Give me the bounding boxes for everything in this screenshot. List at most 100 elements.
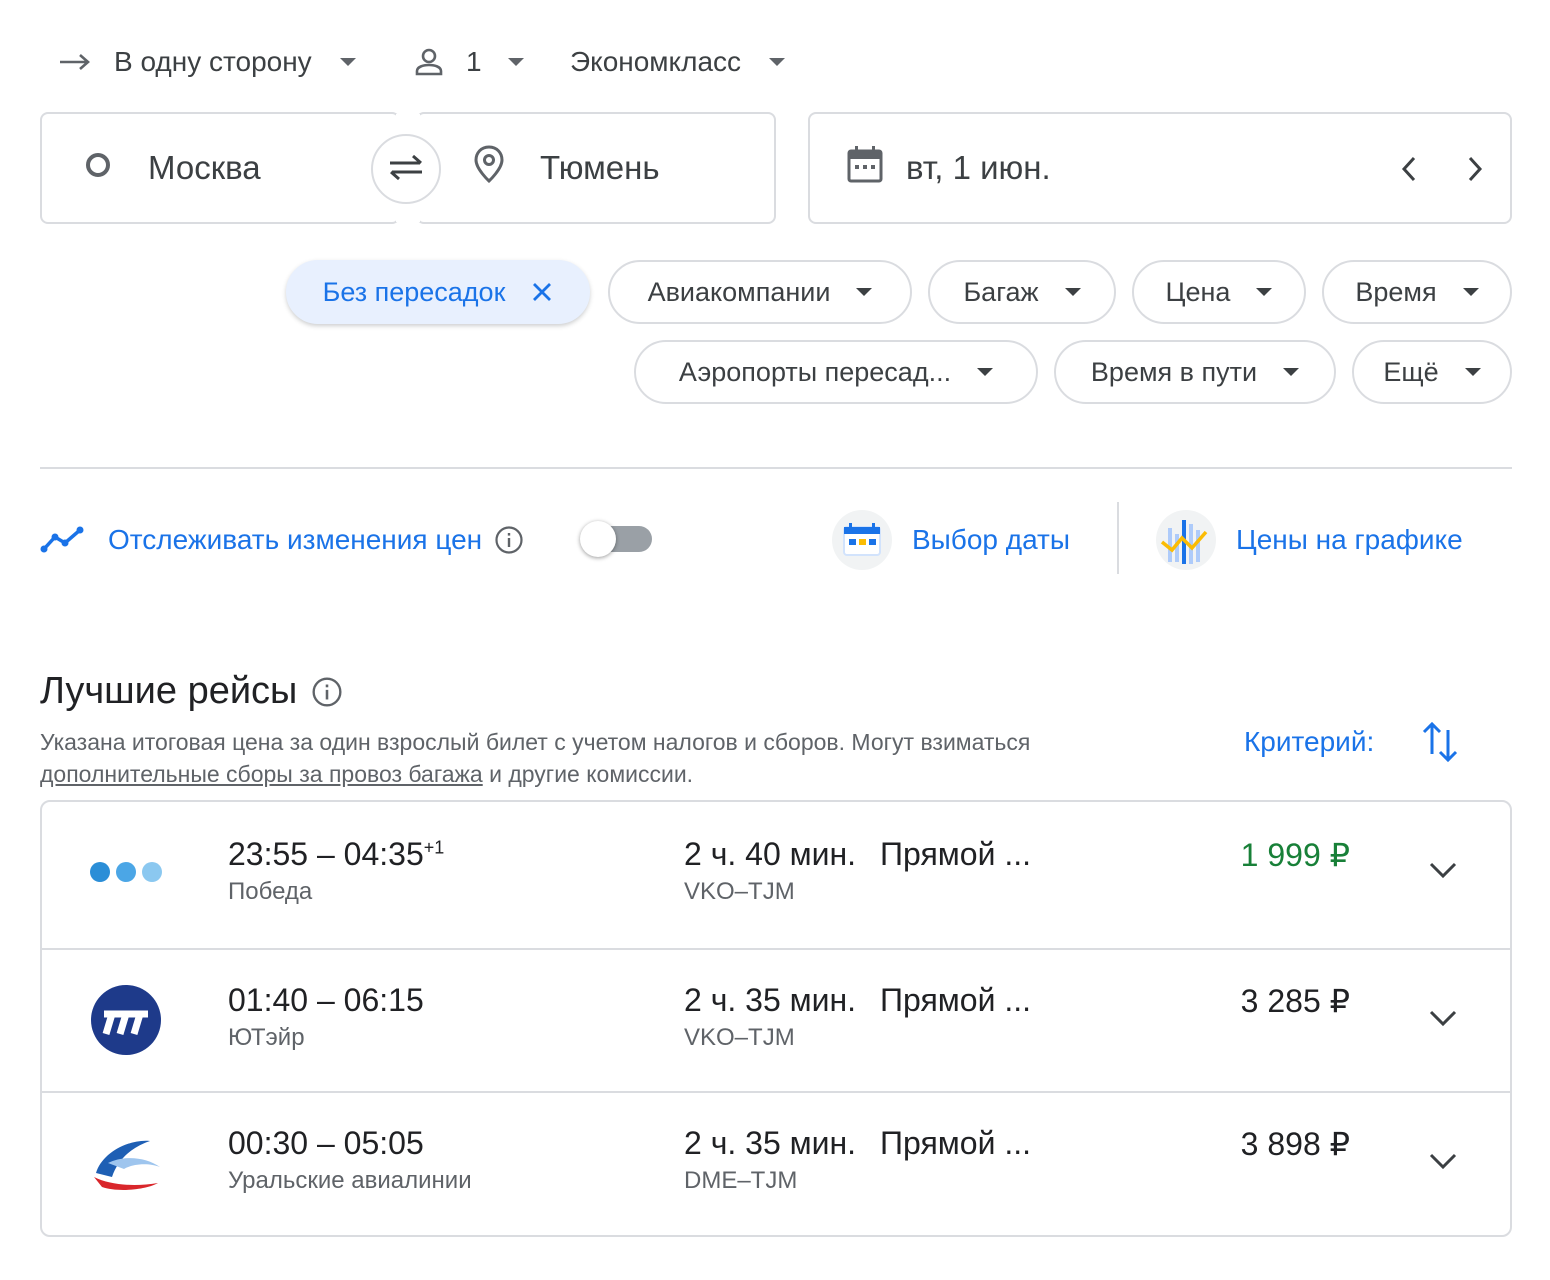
sort-arrows-icon[interactable]	[1420, 720, 1460, 769]
airline-name: Победа	[228, 878, 313, 905]
filter-baggage-label: Багаж	[963, 276, 1039, 307]
best-flights-heading: Лучшие рейсы	[40, 670, 343, 713]
prev-date-button[interactable]	[1398, 154, 1422, 192]
flight-duration: 2 ч. 40 мин.	[684, 836, 857, 872]
next-date-button[interactable]	[1462, 154, 1486, 192]
flight-times-text: 00:30 – 05:05	[228, 1125, 424, 1161]
filter-airlines-label: Авиакомпании	[647, 276, 831, 307]
flight-price: 3 285 ₽	[1240, 983, 1350, 1019]
cabin-class-select[interactable]: Экономкласс	[570, 40, 786, 84]
caret-down-icon	[856, 288, 873, 296]
filter-baggage-chip[interactable]: Багаж	[928, 260, 1116, 324]
price-graph-icon	[1156, 510, 1216, 570]
flight-row[interactable]: 01:40 – 06:15 ЮТэйр 2 ч. 35 мин. VKO–TJM…	[42, 950, 1510, 1091]
person-icon	[414, 47, 444, 77]
track-prices-label: Отслеживать изменения цен	[108, 524, 483, 555]
airline-logo-ural	[86, 1123, 166, 1203]
destination-field[interactable]: Тюмень	[416, 112, 776, 224]
date-grid-button[interactable]: Выбор даты	[832, 510, 1070, 570]
airline-logo-utair	[86, 980, 166, 1060]
flight-price: 1 999 ₽	[1240, 837, 1350, 873]
airline-name: Уральские авиалинии	[228, 1167, 472, 1194]
cabin-class-label: Экономкласс	[570, 46, 742, 77]
flight-stops: Прямой ...	[880, 836, 1031, 872]
note-text-start: Указана итоговая цена за один взрослый б…	[40, 729, 1031, 755]
info-icon[interactable]	[494, 525, 524, 555]
origin-value: Москва	[148, 149, 261, 186]
swap-arrows-icon	[386, 152, 426, 187]
flight-duration: 2 ч. 35 мин.	[684, 1125, 857, 1161]
swap-button[interactable]	[371, 134, 441, 204]
flight-route: VKO–TJM	[684, 878, 795, 905]
trip-type-label: В одну сторону	[114, 46, 312, 77]
trip-type-select[interactable]: В одну сторону	[58, 40, 356, 84]
arrow-right-icon	[58, 52, 92, 72]
date-grid-label: Выбор даты	[912, 524, 1071, 555]
price-graph-button[interactable]: Цены на графике	[1156, 510, 1463, 570]
flight-times-text: 01:40 – 06:15	[228, 982, 424, 1018]
filter-price-label: Цена	[1165, 276, 1231, 307]
filter-duration-label: Время в пути	[1090, 356, 1258, 387]
filter-price-chip[interactable]: Цена	[1132, 260, 1306, 324]
caret-down-icon	[507, 58, 524, 66]
track-prices-toggle[interactable]	[580, 521, 652, 557]
filter-time-chip[interactable]: Время	[1322, 260, 1512, 324]
filter-more-label: Ещё	[1383, 356, 1439, 387]
flight-route: VKO–TJM	[684, 1024, 795, 1051]
expand-chevron-icon[interactable]	[1428, 860, 1458, 885]
flight-stops: Прямой ...	[880, 982, 1031, 1018]
filter-layover-airports-label: Аэропорты пересад...	[678, 356, 952, 387]
section-divider	[40, 467, 1512, 469]
filter-time-label: Время	[1355, 276, 1437, 307]
passengers-select[interactable]: 1	[414, 40, 524, 84]
caret-down-icon	[1464, 368, 1481, 376]
vertical-divider	[1117, 502, 1119, 574]
flight-duration: 2 ч. 35 мин.	[684, 982, 857, 1018]
expand-chevron-icon[interactable]	[1428, 1008, 1458, 1033]
best-flights-title: Лучшие рейсы	[40, 670, 298, 712]
caret-down-icon	[1064, 288, 1081, 296]
destination-value: Тюмень	[540, 149, 660, 186]
clear-filter-icon[interactable]	[531, 281, 553, 303]
calendar-icon	[846, 144, 884, 192]
flight-row[interactable]: 00:30 – 05:05 Уральские авиалинии 2 ч. 3…	[42, 1093, 1510, 1235]
price-note: Указана итоговая цена за один взрослый б…	[40, 726, 1180, 790]
date-grid-icon	[832, 510, 892, 570]
caret-down-icon	[977, 368, 994, 376]
filter-nonstop-label: Без пересадок	[322, 276, 506, 307]
airline-name: ЮТэйр	[228, 1024, 305, 1051]
sort-by-button[interactable]: Критерий:	[1244, 726, 1374, 758]
origin-field[interactable]: Москва	[40, 112, 400, 224]
filter-airlines-chip[interactable]: Авиакомпании	[608, 260, 912, 324]
baggage-fees-link[interactable]: дополнительные сборы за провоз багажа	[40, 761, 483, 787]
filter-duration-chip[interactable]: Время в пути	[1054, 340, 1336, 404]
passengers-count: 1	[466, 46, 482, 77]
flight-route: DME–TJM	[684, 1167, 798, 1194]
flight-stops: Прямой ...	[880, 1125, 1031, 1161]
caret-down-icon	[339, 58, 356, 66]
expand-chevron-icon[interactable]	[1428, 1151, 1458, 1176]
flight-times: 00:30 – 05:05	[228, 1125, 424, 1162]
departure-date-field[interactable]: вт, 1 июн.	[808, 112, 1512, 224]
caret-down-icon	[769, 58, 786, 66]
flight-price: 3 898 ₽	[1240, 1126, 1350, 1162]
flight-times-text: 23:55 – 04:35	[228, 836, 424, 872]
toggle-knob	[580, 521, 616, 557]
flight-results-list: 23:55 – 04:35+1 Победа 2 ч. 40 мин. VKO–…	[40, 800, 1512, 1237]
trend-line-icon	[40, 525, 86, 555]
date-value: вт, 1 июн.	[906, 149, 1051, 186]
filter-layover-airports-chip[interactable]: Аэропорты пересад...	[634, 340, 1038, 404]
filter-more-chip[interactable]: Ещё	[1352, 340, 1512, 404]
caret-down-icon	[1283, 368, 1300, 376]
note-text-end: и другие комиссии.	[482, 761, 694, 787]
airline-logo-pobeda	[86, 832, 166, 912]
price-graph-label: Цены на графике	[1236, 524, 1463, 555]
track-prices[interactable]: Отслеживать изменения цен	[40, 510, 524, 570]
flight-times: 01:40 – 06:15	[228, 982, 424, 1019]
flight-row[interactable]: 23:55 – 04:35+1 Победа 2 ч. 40 мин. VKO–…	[42, 802, 1510, 948]
info-icon[interactable]	[311, 676, 343, 708]
day-offset: +1	[423, 837, 445, 858]
filter-nonstop-chip[interactable]: Без пересадок	[286, 260, 590, 324]
location-pin-icon	[472, 144, 506, 192]
flight-times: 23:55 – 04:35+1	[228, 836, 444, 873]
